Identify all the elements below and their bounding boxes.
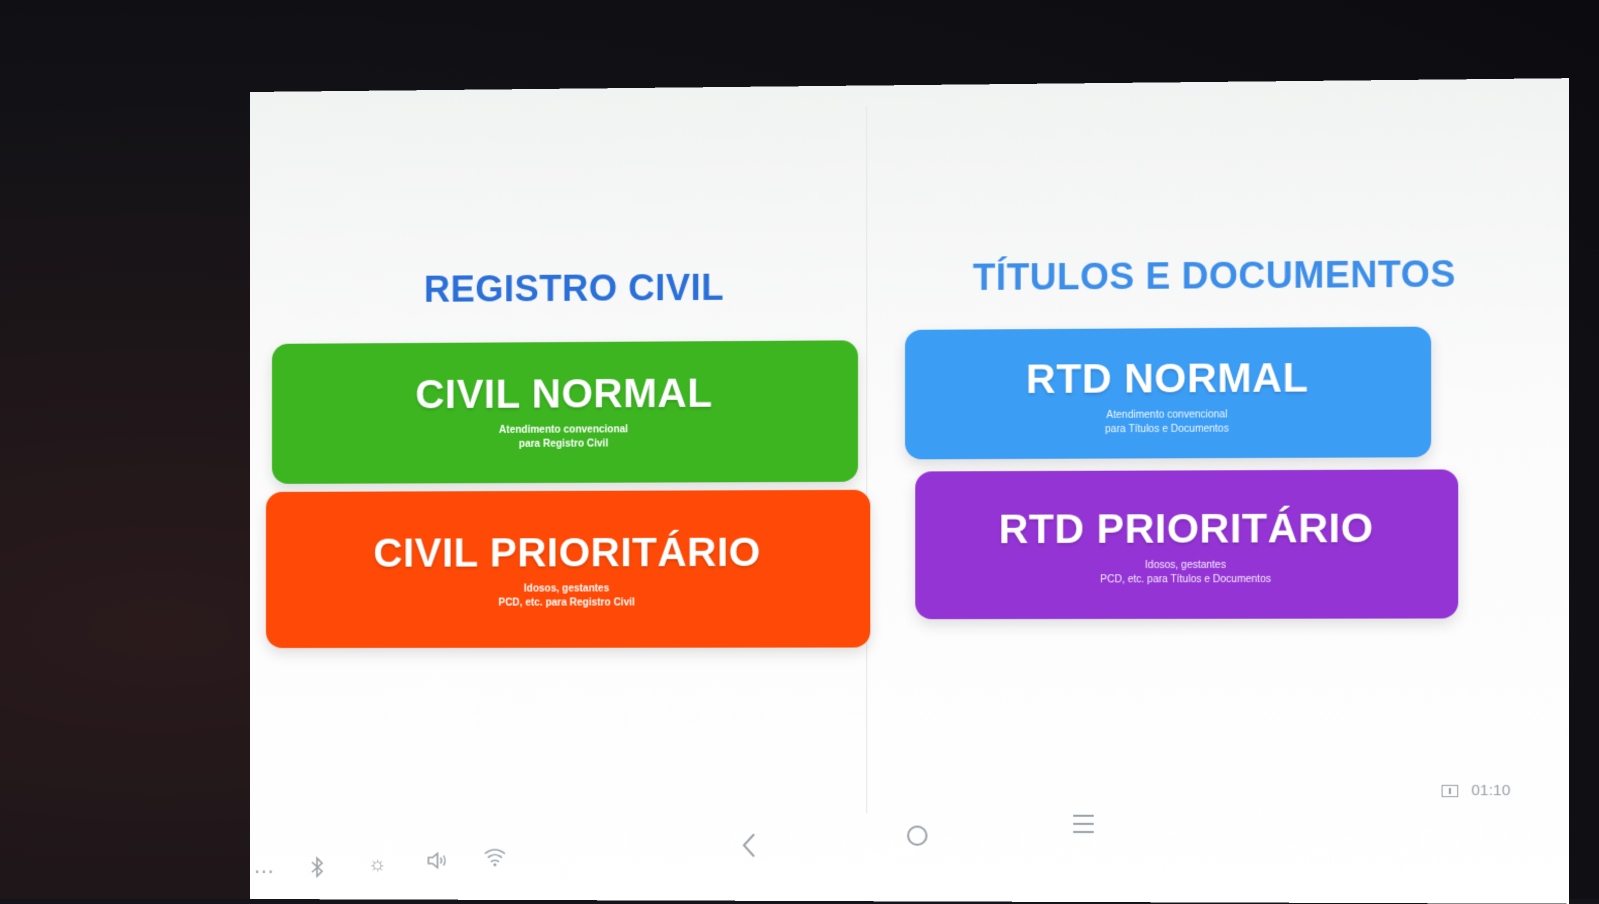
titulos-documentos-title: TÍTULOS E DOCUMENTOS (905, 252, 1525, 299)
rtd-prioritario-subtitle-2: PCD, etc. para Títulos e Documentos (915, 573, 1458, 588)
titulos-documentos-column: TÍTULOS E DOCUMENTOS RTD NORMAL Atendime… (905, 79, 1525, 85)
back-icon[interactable] (740, 831, 760, 864)
civil-prioritario-subtitle-2: PCD, etc. para Registro Civil (266, 596, 870, 611)
civil-prioritario-label: CIVIL PRIORITÁRIO (266, 530, 870, 577)
clock-time: 01:10 (1471, 782, 1510, 799)
rtd-normal-button[interactable]: RTD NORMAL Atendimento convencional para… (905, 327, 1431, 460)
volume-icon[interactable] (426, 850, 448, 874)
civil-prioritario-subtitle-1: Idosos, gestantes (266, 582, 870, 597)
rtd-prioritario-button[interactable]: RTD PRIORITÁRIO Idosos, gestantes PCD, e… (915, 469, 1458, 619)
home-icon[interactable] (905, 823, 930, 852)
rtd-prioritario-label: RTD PRIORITÁRIO (915, 506, 1458, 553)
registro-civil-title: REGISTRO CIVIL (272, 265, 878, 311)
clock: 01:10 (1442, 782, 1510, 799)
civil-normal-label: CIVIL NORMAL (272, 371, 858, 419)
device-frame: REGISTRO CIVIL CIVIL NORMAL Atendimento … (0, 0, 1599, 899)
rtd-prioritario-subtitle-1: Idosos, gestantes (915, 558, 1458, 573)
brightness-icon[interactable]: ☼ (368, 854, 386, 874)
more-icon[interactable]: ⋯ (254, 862, 274, 882)
recents-icon[interactable] (1071, 812, 1096, 840)
screen-icon (1442, 785, 1459, 797)
column-divider (866, 106, 867, 814)
wifi-icon[interactable] (483, 847, 507, 871)
bluetooth-icon[interactable] (310, 856, 324, 882)
rtd-normal-label: RTD NORMAL (905, 355, 1431, 404)
rtd-normal-subtitle-2: para Títulos e Documentos (905, 422, 1431, 439)
registro-civil-column: REGISTRO CIVIL CIVIL NORMAL Atendimento … (272, 85, 878, 91)
civil-normal-button[interactable]: CIVIL NORMAL Atendimento convencional pa… (272, 340, 858, 484)
kiosk-screen: REGISTRO CIVIL CIVIL NORMAL Atendimento … (250, 78, 1569, 904)
civil-normal-subtitle-2: para Registro Civil (272, 436, 858, 453)
civil-prioritario-button[interactable]: CIVIL PRIORITÁRIO Idosos, gestantes PCD,… (266, 490, 870, 648)
system-status-bar: ⋯ ☼ 01:10 (250, 832, 1569, 897)
